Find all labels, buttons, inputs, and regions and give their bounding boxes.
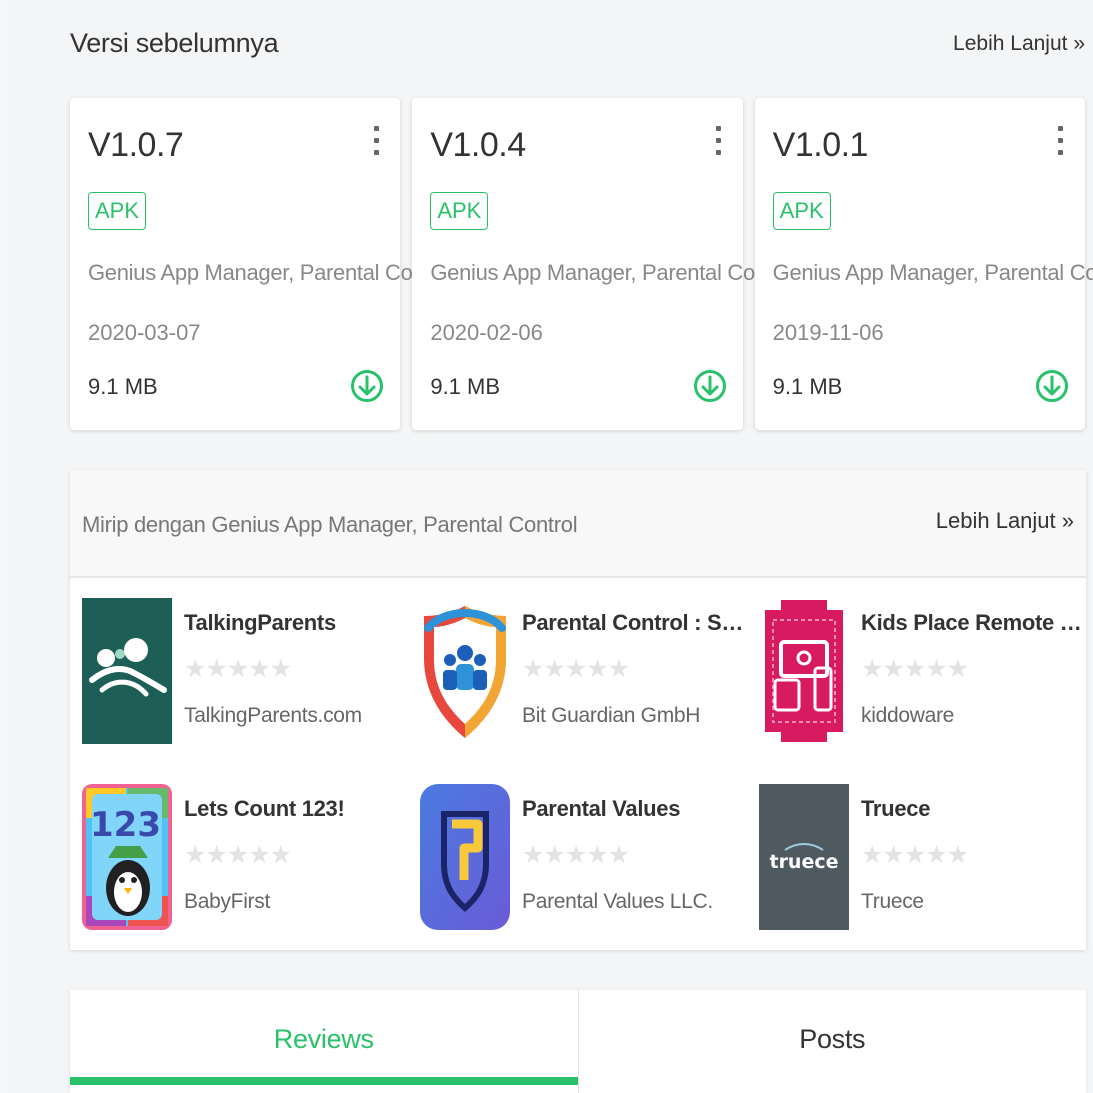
talkingparents-icon	[82, 598, 172, 744]
similar-apps-title: Mirip dengan Genius App Manager, Parenta…	[82, 512, 578, 537]
similar-apps-header: Mirip dengan Genius App Manager, Parenta…	[70, 470, 1086, 578]
star-rating: ★★★★★	[184, 655, 292, 683]
apk-badge: APK	[88, 192, 147, 230]
parental-values-icon	[420, 784, 510, 930]
similar-apps-panel: Mirip dengan Genius App Manager, Parenta…	[70, 470, 1091, 950]
version-app-name: Genius App Manager, Parental Control	[430, 260, 797, 285]
star-rating: ★★★★★	[184, 841, 292, 869]
version-size: 9.1 MB	[88, 374, 158, 399]
version-app-name: Genius App Manager, Parental Control	[772, 260, 1093, 285]
more-vert-icon[interactable]	[713, 126, 725, 164]
app-developer: kiddoware	[861, 704, 955, 727]
version-size: 9.1 MB	[772, 374, 843, 399]
similar-app-item[interactable]: Kids Place Remote Con... ★★★★★ kiddoware	[759, 598, 1091, 746]
app-developer: Truece	[861, 890, 924, 913]
version-number: V1.0.7	[88, 126, 184, 164]
family-shield-icon	[420, 598, 510, 744]
version-card[interactable]: V1.0.1 APK Genius App Manager, Parental …	[754, 98, 1093, 430]
tab-reviews[interactable]: Reviews	[70, 990, 578, 1093]
tab-bar: Reviews Posts	[70, 990, 1086, 1093]
more-vert-icon[interactable]	[370, 126, 382, 164]
kids-place-icon	[759, 598, 849, 744]
version-number: V1.0.4	[430, 126, 526, 164]
more-vert-icon[interactable]	[1055, 126, 1067, 164]
versions-more-link[interactable]: Lebih Lanjut »	[953, 32, 1085, 56]
previous-versions-header: Versi sebelumnya Lebih Lanjut »	[70, 24, 1085, 68]
similar-app-item[interactable]: TalkingParents ★★★★★ TalkingParents.com	[82, 598, 412, 746]
lets-count-icon-text: 123	[90, 805, 161, 845]
similar-app-item[interactable]: 123 Lets Count 123! ★★★★★ BabyFirst	[82, 784, 412, 932]
section-title: Versi sebelumnya	[70, 28, 279, 58]
download-icon[interactable]	[693, 362, 727, 410]
app-name: Lets Count 123!	[184, 796, 345, 821]
download-icon[interactable]	[350, 362, 384, 410]
app-developer: BabyFirst	[184, 890, 270, 913]
version-size: 9.1 MB	[430, 374, 501, 399]
apk-badge: APK	[772, 192, 831, 230]
app-name: Kids Place Remote Con...	[861, 610, 1091, 635]
app-developer: TalkingParents.com	[184, 704, 362, 727]
similar-app-item[interactable]: truece Truece ★★★★★ Truece	[759, 784, 1089, 932]
star-rating: ★★★★★	[861, 841, 969, 869]
similar-app-item[interactable]: Parental Control : Scre... ★★★★★ Bit Gua…	[420, 598, 752, 746]
app-name: Parental Values	[522, 796, 681, 821]
version-card[interactable]: V1.0.7 APK Genius App Manager, Parental …	[70, 98, 454, 430]
similar-app-item[interactable]: Parental Values ★★★★★ Parental Values LL…	[420, 784, 750, 932]
version-app-name: Genius App Manager, Parental Control	[88, 260, 454, 285]
download-icon[interactable]	[1035, 362, 1069, 410]
truece-icon-text: truece	[769, 851, 838, 873]
version-number: V1.0.1	[772, 126, 869, 164]
star-rating: ★★★★★	[522, 841, 630, 869]
app-name: Truece	[861, 796, 931, 821]
app-name: Parental Control : Scre...	[522, 610, 752, 635]
app-name: TalkingParents	[184, 610, 336, 635]
version-date: 2020-03-07	[88, 320, 201, 345]
app-developer: Bit Guardian GmbH	[522, 704, 701, 727]
similar-more-link[interactable]: Lebih Lanjut »	[936, 508, 1074, 534]
apk-badge: APK	[430, 192, 489, 230]
versions-list: V1.0.7 APK Genius App Manager, Parental …	[70, 98, 1093, 430]
version-card[interactable]: V1.0.4 APK Genius App Manager, Parental …	[412, 98, 797, 430]
truece-icon: truece	[759, 784, 849, 930]
app-developer: Parental Values LLC.	[522, 890, 713, 913]
lets-count-icon: 123	[82, 784, 172, 930]
star-rating: ★★★★★	[522, 655, 630, 683]
version-date: 2020-02-06	[430, 320, 543, 345]
star-rating: ★★★★★	[861, 655, 969, 683]
tab-posts[interactable]: Posts	[577, 990, 1087, 1093]
version-date: 2019-11-06	[772, 320, 884, 345]
